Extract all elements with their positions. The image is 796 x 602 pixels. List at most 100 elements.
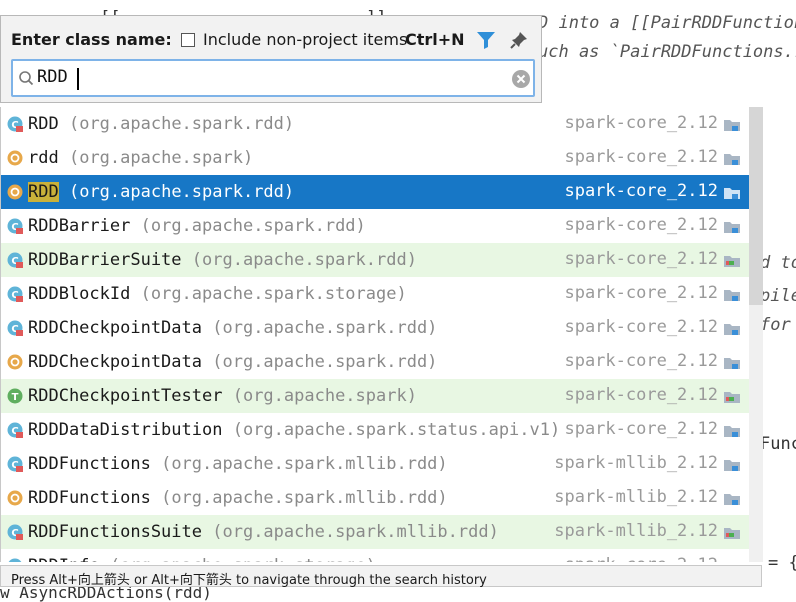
result-name: RDD (org.apache.spark.rdd) — [28, 182, 294, 202]
result-name: RDDFunctions (org.apache.spark.mllib.rdd… — [28, 454, 448, 474]
result-name: RDDCheckpointData (org.apache.spark.rdd) — [28, 318, 437, 338]
search-history-hint-bar: Press Alt+向上箭头 or Alt+向下箭头 to navigate t… — [0, 565, 762, 588]
source-folder-icon — [724, 120, 740, 131]
include-non-project-checkbox[interactable] — [181, 33, 195, 47]
class-icon: C — [7, 116, 23, 132]
package-name: (org.apache.spark.rdd) — [68, 114, 295, 134]
include-non-project-label[interactable]: Include non-project items — [203, 30, 407, 49]
result-row[interactable]: C RDDDataDistribution (org.apache.spark.s… — [1, 413, 763, 447]
module-name: spark-core_2.12 — [564, 181, 718, 201]
source-folder-icon — [724, 494, 740, 505]
class-name: rdd — [28, 148, 59, 168]
result-row[interactable]: C RDDFunctionsSuite (org.apache.spark.mll… — [1, 515, 763, 549]
class-name: RDD — [28, 114, 59, 134]
class-name: RDDInfo — [28, 556, 100, 562]
class-name: RDDFunctions — [28, 488, 151, 508]
class-name: RDDFunctionsSuite — [28, 522, 202, 542]
module-name: spark-core_2.12 — [564, 419, 718, 439]
scrollbar-thumb[interactable] — [749, 107, 763, 305]
package-name: (org.apache.spark) — [232, 386, 417, 406]
module-name: spark-core_2.12 — [564, 555, 718, 562]
result-row[interactable]: C RDD (org.apache.spark.rdd) spark-core_2.… — [1, 107, 763, 141]
result-name: RDDBarrier (org.apache.spark.rdd) — [28, 216, 366, 236]
editor-fragment: Func — [760, 434, 796, 454]
search-icon — [19, 71, 34, 86]
search-input[interactable] — [37, 67, 497, 87]
class-icon: C — [7, 524, 23, 540]
search-field[interactable] — [11, 59, 535, 97]
result-row[interactable]: C RDDCheckpointData (org.apache.spark.rdd… — [1, 311, 763, 345]
class-name: RDDBarrier — [28, 216, 131, 236]
result-name: RDDBarrierSuite (org.apache.spark.rdd) — [28, 250, 417, 270]
editor-fragment: d to — [760, 253, 796, 273]
source-folder-icon — [724, 460, 740, 471]
package-name: (org.apache.spark.rdd) — [212, 352, 438, 372]
results-list[interactable]: C RDD (org.apache.spark.rdd) spark-core_2.… — [0, 107, 763, 562]
class-icon: C — [7, 456, 23, 472]
object-icon — [7, 490, 23, 506]
package-name: (org.apache.spark.status.api.v1) — [232, 420, 561, 440]
result-name: rdd (org.apache.spark) — [28, 148, 253, 168]
module-name: spark-core_2.12 — [564, 147, 718, 167]
object-icon — [7, 354, 23, 370]
class-icon: C — [8, 558, 22, 562]
result-row[interactable]: C RDDBlockId (org.apache.spark.storage) sp… — [1, 277, 763, 311]
module-name: spark-mllib_2.12 — [554, 521, 718, 541]
editor-fragment: pile — [760, 286, 796, 306]
result-row[interactable]: C RDDBarrierSuite (org.apache.spark.rdd) s… — [1, 243, 763, 277]
popup-title: Enter class name: — [11, 30, 172, 49]
class-name: RDDDataDistribution — [28, 420, 223, 440]
module-name: spark-core_2.12 — [564, 113, 718, 133]
module-name: spark-core_2.12 — [564, 283, 718, 303]
package-name: (org.apache.spark.mllib.rdd) — [161, 454, 448, 474]
text-caret — [77, 68, 79, 90]
class-name: RDDCheckpointTester — [28, 386, 223, 406]
result-row[interactable]: C RDDFunctions (org.apache.spark.mllib.rd… — [1, 447, 763, 481]
class-name: RDDFunctions — [28, 454, 151, 474]
package-name: (org.apache.spark.storage) — [140, 284, 407, 304]
result-row[interactable]: T RDDCheckpointTester (org.apache.spark) s… — [1, 379, 763, 413]
svg-text:T: T — [12, 392, 19, 403]
package-name: (org.apache.spark) — [68, 148, 254, 168]
filter-icon[interactable] — [475, 30, 497, 50]
shortcut-hint: Ctrl+N — [405, 30, 465, 49]
result-name: RDDCheckpointTester (org.apache.spark) — [28, 386, 417, 406]
class-name: RDDBlockId — [28, 284, 131, 304]
source-folder-icon — [724, 358, 740, 369]
package-name: (org.apache.spark.rdd) — [68, 182, 295, 202]
class-name: RDDCheckpointData — [28, 318, 202, 338]
match-highlight: RDD — [28, 182, 59, 202]
search-popup-header: Enter class name: Include non-project it… — [0, 15, 542, 103]
package-name: (org.apache.spark.rdd) — [212, 318, 438, 338]
editor-fragment: D into a [[PairRDDFunction — [538, 13, 796, 33]
class-name: RDDCheckpointData — [28, 352, 202, 372]
object-icon — [7, 150, 23, 166]
source-folder-icon — [724, 324, 740, 335]
result-row[interactable]: C RDDInfo (org.apache.spark.storage) spark… — [1, 549, 763, 562]
class-name: RDD — [28, 182, 59, 202]
result-name: RDDFunctionsSuite (org.apache.spark.mlli… — [28, 522, 499, 542]
source-folder-icon — [724, 290, 740, 301]
result-row[interactable]: RDDFunctions (org.apache.spark.mllib.rdd… — [1, 481, 763, 515]
result-row[interactable]: RDD (org.apache.spark.rdd) spark-core_2.1… — [1, 175, 763, 209]
package-name: (org.apache.spark.rdd) — [140, 216, 366, 236]
test-folder-icon — [724, 256, 740, 267]
module-name: spark-core_2.12 — [564, 385, 718, 405]
source-folder-icon — [724, 222, 740, 233]
editor-fragment: uch as `PairRDDFunctions.r — [538, 42, 796, 62]
source-folder-icon — [723, 560, 741, 562]
result-row[interactable]: rdd (org.apache.spark) spark-core_2.12 — [1, 141, 763, 175]
source-folder-icon — [724, 188, 740, 199]
module-name: spark-core_2.12 — [564, 249, 718, 269]
trait-icon: T — [7, 388, 23, 404]
test-folder-icon — [724, 392, 740, 403]
pin-icon[interactable] — [509, 30, 529, 50]
result-name: RDDFunctions (org.apache.spark.mllib.rdd… — [28, 488, 448, 508]
result-row[interactable]: RDDCheckpointData (org.apache.spark.rdd)… — [1, 345, 763, 379]
module-name: spark-mllib_2.12 — [554, 453, 718, 473]
search-history-hint: Press Alt+向上箭头 or Alt+向下箭头 to navigate t… — [11, 573, 487, 588]
clear-icon[interactable] — [511, 69, 531, 89]
source-folder-icon — [724, 426, 740, 437]
class-icon: C — [7, 218, 23, 234]
result-row[interactable]: C RDDBarrier (org.apache.spark.rdd) spark-… — [1, 209, 763, 243]
